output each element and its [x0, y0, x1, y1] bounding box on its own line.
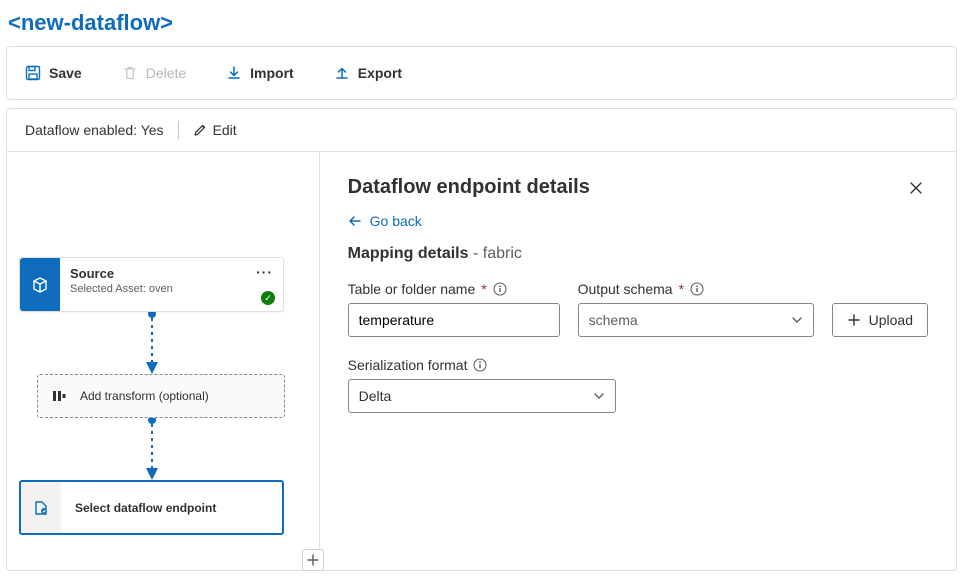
- edit-label: Edit: [213, 122, 237, 138]
- serialization-label: Serialization format: [348, 357, 616, 373]
- upload-label: Upload: [869, 312, 913, 328]
- save-button[interactable]: Save: [25, 57, 82, 89]
- arrow-left-icon: [348, 214, 362, 228]
- import-label: Import: [250, 65, 294, 81]
- save-label: Save: [49, 65, 82, 81]
- source-node[interactable]: Source Selected Asset: oven ··· ✓: [19, 257, 284, 312]
- endpoint-node-iconcell: [21, 482, 61, 533]
- upload-icon: [334, 65, 350, 81]
- required-marker: *: [679, 281, 684, 297]
- endpoint-node-label: Select dataflow endpoint: [61, 482, 282, 533]
- page-title: <new-dataflow>: [6, 8, 957, 42]
- info-icon[interactable]: [493, 282, 507, 296]
- chevron-down-icon: [593, 390, 605, 402]
- endpoint-node[interactable]: Select dataflow endpoint: [19, 480, 284, 535]
- serialization-value: Delta: [359, 388, 392, 404]
- upload-button[interactable]: Upload: [832, 303, 928, 337]
- download-icon: [226, 65, 242, 81]
- canvas: Source Selected Asset: oven ··· ✓ Add tr…: [7, 152, 320, 570]
- status-bar: Dataflow enabled: Yes Edit: [6, 108, 957, 151]
- source-node-subtitle: Selected Asset: oven: [70, 283, 273, 295]
- info-icon[interactable]: [690, 282, 704, 296]
- output-schema-placeholder: schema: [589, 312, 638, 328]
- output-schema-label: Output schema *: [578, 281, 814, 297]
- content: Source Selected Asset: oven ··· ✓ Add tr…: [6, 151, 957, 571]
- export-label: Export: [358, 65, 402, 81]
- delete-button: Delete: [122, 57, 186, 89]
- chevron-down-icon: [791, 314, 803, 326]
- transform-icon: [52, 389, 66, 403]
- close-button[interactable]: [904, 176, 928, 203]
- go-back-link[interactable]: Go back: [348, 213, 928, 229]
- source-node-more-button[interactable]: ···: [256, 264, 273, 280]
- go-back-label: Go back: [370, 213, 422, 229]
- details-heading: Dataflow endpoint details: [348, 176, 904, 199]
- info-icon[interactable]: [473, 358, 487, 372]
- mapping-section-title: Mapping details - fabric: [348, 245, 928, 263]
- pencil-icon: [193, 123, 207, 137]
- plus-icon: [847, 313, 861, 327]
- details-panel: Dataflow endpoint details Go back Mappin…: [320, 152, 956, 570]
- table-name-field: Table or folder name *: [348, 281, 560, 337]
- cube-icon: [31, 276, 49, 294]
- source-node-iconcell: [20, 258, 60, 311]
- check-icon: ✓: [261, 291, 275, 305]
- table-name-input[interactable]: [348, 303, 560, 337]
- save-icon: [25, 65, 41, 81]
- plus-icon: [307, 554, 319, 566]
- serialization-field: Serialization format Delta: [348, 357, 616, 413]
- toolbar: Save Delete Import Export: [6, 46, 957, 100]
- export-button[interactable]: Export: [334, 57, 402, 89]
- delete-label: Delete: [146, 65, 186, 81]
- separator: [178, 121, 179, 139]
- trash-icon: [122, 65, 138, 81]
- source-node-title: Source: [70, 266, 273, 281]
- import-button[interactable]: Import: [226, 57, 294, 89]
- edit-button[interactable]: Edit: [193, 122, 237, 138]
- output-schema-select[interactable]: schema: [578, 303, 814, 337]
- endpoint-icon: [32, 499, 50, 517]
- serialization-select[interactable]: Delta: [348, 379, 616, 413]
- required-marker: *: [481, 281, 486, 297]
- close-icon: [908, 180, 924, 196]
- add-transform-label: Add transform (optional): [80, 389, 209, 403]
- dataflow-enabled-status: Dataflow enabled: Yes: [25, 122, 164, 138]
- table-name-label: Table or folder name *: [348, 281, 560, 297]
- add-transform-node[interactable]: Add transform (optional): [37, 374, 285, 418]
- output-schema-field: Output schema * schema: [578, 281, 814, 337]
- source-node-body: Source Selected Asset: oven ··· ✓: [60, 258, 283, 311]
